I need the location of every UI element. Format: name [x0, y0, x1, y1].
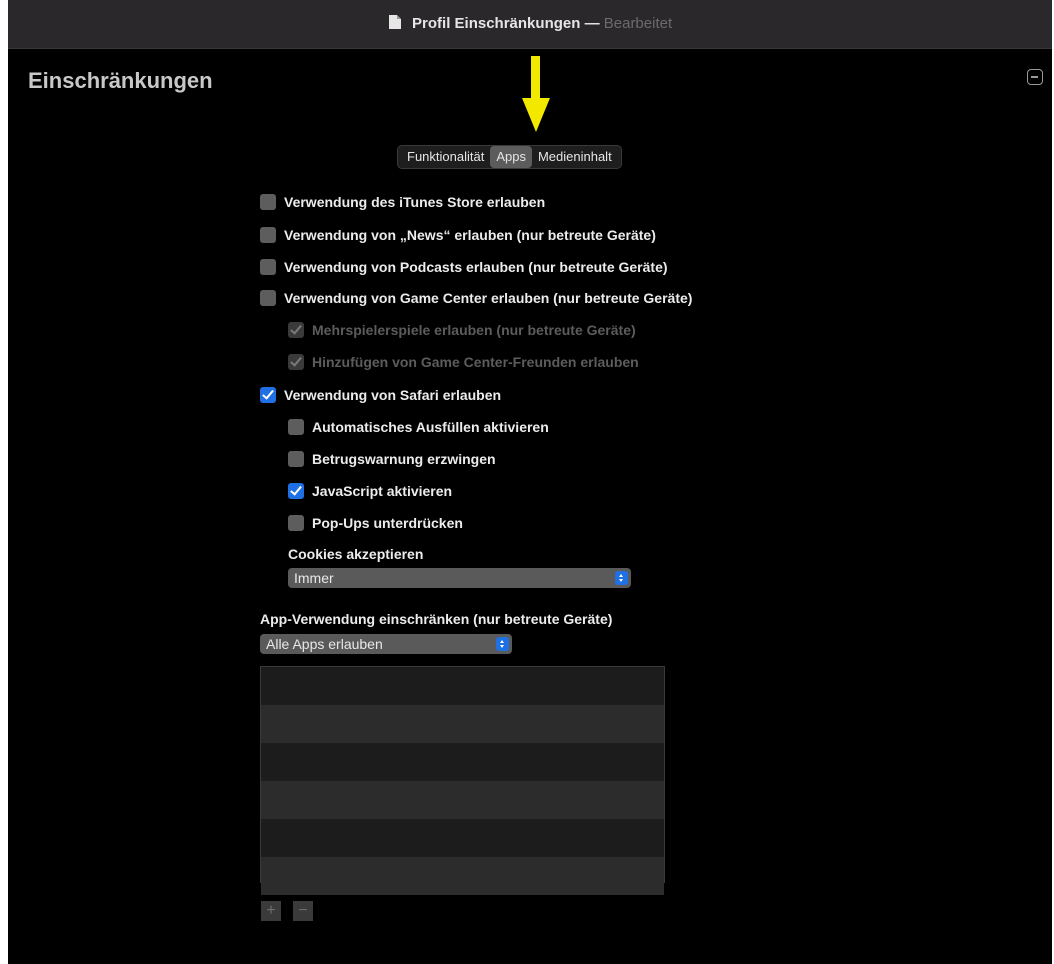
option-label: Betrugswarnung erzwingen	[312, 451, 496, 467]
section-heading: Einschränkungen	[28, 68, 213, 93]
list-item[interactable]	[261, 857, 664, 895]
option-news[interactable]: Verwendung von „News“ erlauben (nur betr…	[260, 225, 656, 245]
option-popups[interactable]: Pop-Ups unterdrücken	[288, 513, 463, 533]
safari-checkbox[interactable]	[260, 387, 276, 403]
add-app-button[interactable]: +	[261, 901, 281, 921]
title-bar: Profil Einschränkungen — Bearbeitet	[8, 0, 1052, 49]
remove-app-button[interactable]: −	[293, 901, 313, 921]
itunes-checkbox[interactable]	[260, 194, 276, 210]
option-multiplayer: Mehrspielerspiele erlauben (nur betreute…	[288, 320, 636, 340]
podcasts-checkbox[interactable]	[260, 259, 276, 275]
fraud-warning-checkbox[interactable]	[288, 451, 304, 467]
cookies-select-value: Immer	[294, 570, 334, 586]
list-item[interactable]	[261, 743, 664, 781]
app-usage-select[interactable]: Alle Apps erlauben	[260, 634, 512, 654]
list-item[interactable]	[261, 819, 664, 857]
cookies-select[interactable]: Immer	[288, 568, 631, 588]
tab-medieninhalt[interactable]: Medieninhalt	[532, 146, 618, 168]
list-item[interactable]	[261, 705, 664, 743]
option-label: Verwendung von Game Center erlauben (nur…	[284, 290, 693, 306]
popups-checkbox[interactable]	[288, 515, 304, 531]
javascript-checkbox[interactable]	[288, 483, 304, 499]
title-separator: —	[584, 15, 600, 32]
app-list[interactable]	[260, 666, 665, 895]
select-arrows-icon	[615, 571, 628, 585]
option-safari[interactable]: Verwendung von Safari erlauben	[260, 385, 501, 405]
collapse-button[interactable]	[1027, 69, 1043, 85]
news-checkbox[interactable]	[260, 227, 276, 243]
option-label: Hinzufügen von Game Center-Freunden erla…	[312, 354, 639, 370]
option-label: Mehrspielerspiele erlauben (nur betreute…	[312, 322, 636, 338]
window-title-text: Profil Einschränkungen	[412, 15, 581, 32]
tab-apps[interactable]: Apps	[490, 146, 532, 168]
option-fraud-warning[interactable]: Betrugswarnung erzwingen	[288, 449, 496, 469]
multiplayer-checkbox	[288, 322, 304, 338]
option-game-center[interactable]: Verwendung von Game Center erlauben (nur…	[260, 288, 692, 308]
tab-bar: Funktionalität Apps Medieninhalt	[397, 145, 622, 169]
game-center-checkbox[interactable]	[260, 290, 276, 306]
option-itunes[interactable]: Verwendung des iTunes Store erlauben	[260, 192, 545, 212]
profile-window: Profil Einschränkungen — Bearbeitet Eins…	[8, 0, 1052, 964]
option-javascript[interactable]: JavaScript aktivieren	[288, 481, 452, 501]
title-status: Bearbeitet	[603, 15, 673, 32]
option-podcasts[interactable]: Verwendung von Podcasts erlauben (nur be…	[260, 257, 668, 277]
window-title: Profil Einschränkungen — Bearbeitet	[8, 14, 1052, 34]
option-label: Pop-Ups unterdrücken	[312, 515, 463, 531]
option-label: Verwendung von „News“ erlauben (nur betr…	[284, 227, 656, 243]
option-label: Verwendung des iTunes Store erlauben	[284, 194, 546, 210]
app-usage-select-value: Alle Apps erlauben	[266, 636, 383, 652]
friends-checkbox	[288, 354, 304, 370]
select-arrows-icon	[496, 637, 509, 651]
option-autofill[interactable]: Automatisches Ausfüllen aktivieren	[288, 417, 549, 437]
list-item[interactable]	[261, 781, 664, 819]
list-item[interactable]	[261, 667, 664, 705]
option-label: Verwendung von Safari erlauben	[284, 387, 502, 403]
annotation-arrow-icon	[522, 56, 550, 132]
tab-funktionalitaet[interactable]: Funktionalität	[401, 146, 490, 168]
option-label: Verwendung von Podcasts erlauben (nur be…	[284, 259, 668, 275]
app-usage-label: App-Verwendung einschränken (nur betreut…	[260, 611, 613, 627]
cookies-label: Cookies akzeptieren	[288, 546, 424, 562]
document-icon	[388, 14, 402, 34]
option-label: JavaScript aktivieren	[312, 483, 453, 499]
option-label: Automatisches Ausfüllen aktivieren	[312, 419, 549, 435]
option-friends: Hinzufügen von Game Center-Freunden erla…	[288, 352, 639, 372]
autofill-checkbox[interactable]	[288, 419, 304, 435]
